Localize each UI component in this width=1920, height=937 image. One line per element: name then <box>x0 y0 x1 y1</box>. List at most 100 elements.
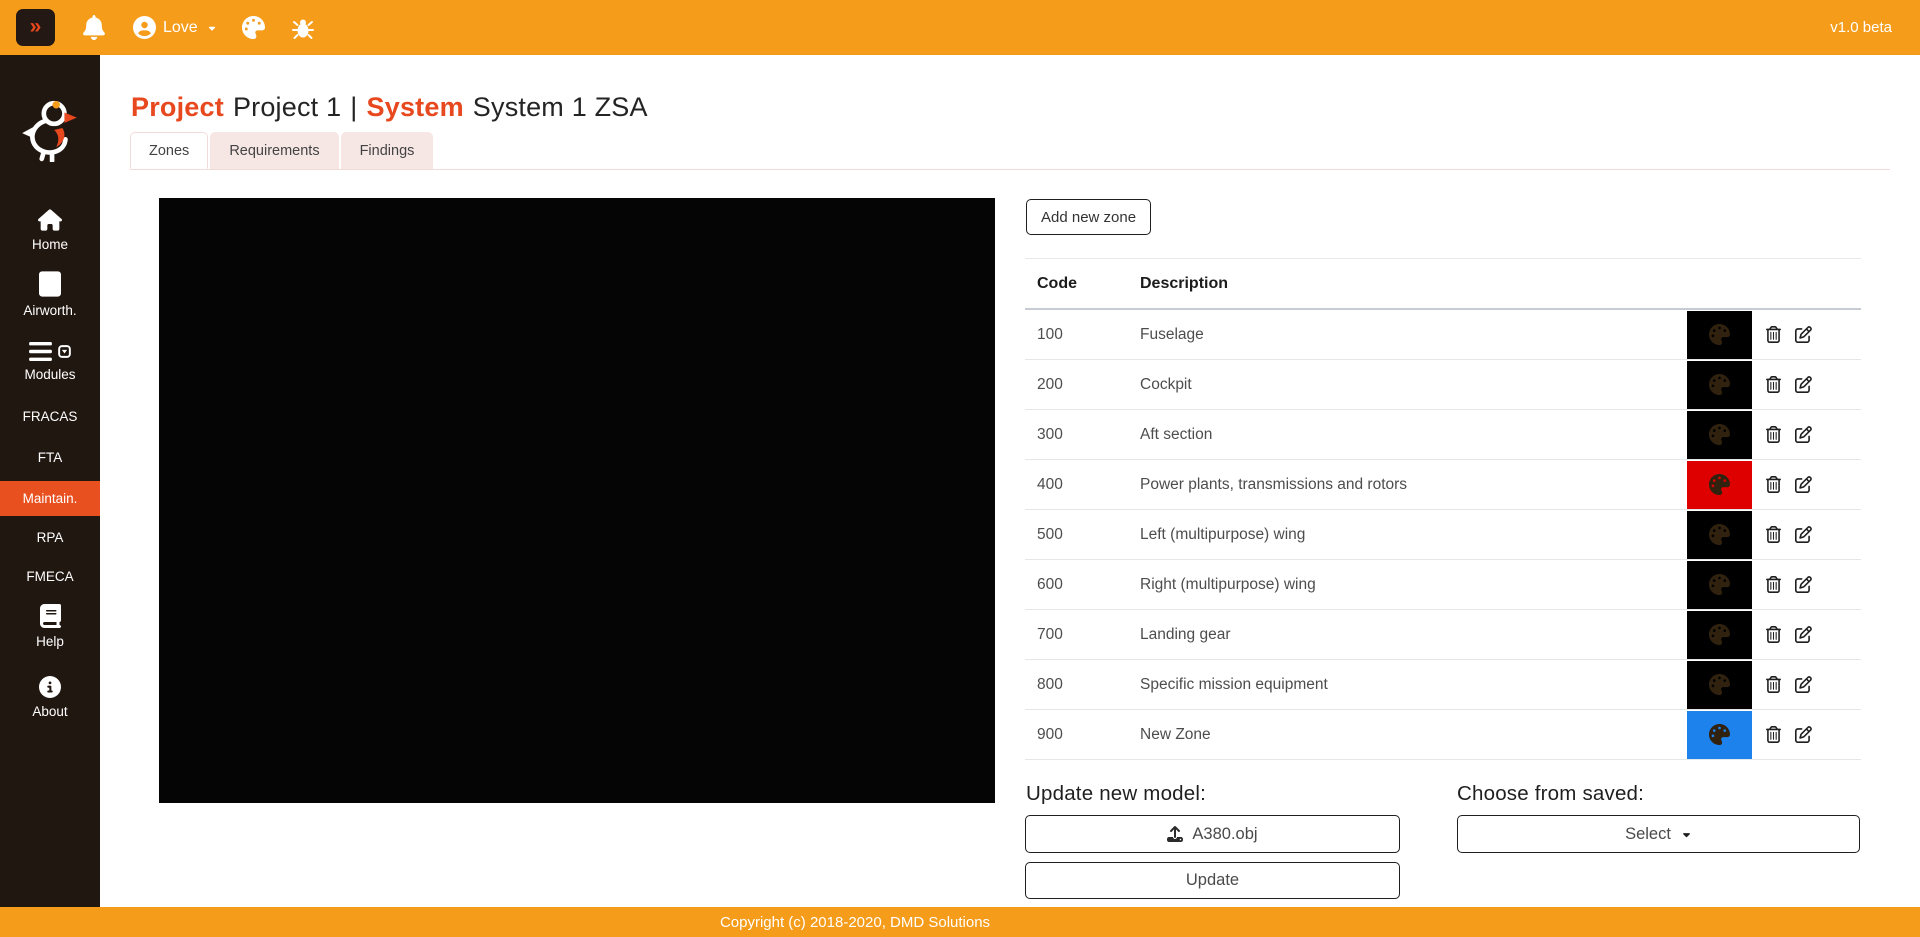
delete-zone-button[interactable] <box>1765 726 1782 743</box>
delete-zone-button[interactable] <box>1765 576 1782 593</box>
select-value: Select <box>1625 825 1671 844</box>
zone-code: 500 <box>1025 510 1128 560</box>
palette-icon <box>1709 624 1730 645</box>
delete-zone-button[interactable] <box>1765 676 1782 693</box>
version-label: v1.0 beta <box>1830 19 1892 36</box>
trash-icon <box>1765 726 1782 743</box>
zone-color-swatch[interactable] <box>1687 711 1752 759</box>
choose-saved-label: Choose from saved: <box>1457 782 1644 806</box>
zone-table-row: 300 Aft section <box>1025 410 1861 460</box>
zone-description: Aft section <box>1128 410 1687 460</box>
sidebar-item-airworth[interactable]: Airworth. <box>0 271 100 318</box>
zone-table-row: 100 Fuselage <box>1025 309 1861 360</box>
edit-zone-button[interactable] <box>1795 426 1812 443</box>
model-viewport[interactable] <box>159 198 995 803</box>
update-model-button[interactable]: Update <box>1025 862 1400 899</box>
passport-icon <box>39 271 61 297</box>
zone-color-swatch[interactable] <box>1687 461 1752 509</box>
tab-zones[interactable]: Zones <box>130 132 208 169</box>
sidebar-toggle-button[interactable]: » <box>16 9 55 46</box>
info-icon <box>39 676 61 698</box>
sidebar-item-maintain[interactable]: Maintain. <box>0 481 100 516</box>
zone-table-row: 200 Cockpit <box>1025 360 1861 410</box>
user-name-label: Love <box>163 19 198 37</box>
zone-color-swatch[interactable] <box>1687 311 1752 359</box>
sidebar-item-modules[interactable]: Modules <box>0 342 100 382</box>
bug-report-icon[interactable] <box>291 16 315 40</box>
zone-color-swatch[interactable] <box>1687 511 1752 559</box>
sidebar-item-label: FTA <box>38 450 63 465</box>
zone-code: 600 <box>1025 560 1128 610</box>
theme-palette-icon[interactable] <box>242 16 265 39</box>
zone-description: Specific mission equipment <box>1128 660 1687 710</box>
sidebar-item-label: Modules <box>24 367 75 382</box>
zone-color-swatch[interactable] <box>1687 411 1752 459</box>
edit-icon <box>1795 476 1812 493</box>
edit-zone-button[interactable] <box>1795 626 1812 643</box>
edit-zone-button[interactable] <box>1795 726 1812 743</box>
sidebar-item-label: Home <box>32 237 68 252</box>
trash-icon <box>1765 676 1782 693</box>
zones-table-header: CodeDescription <box>1025 259 1861 310</box>
trash-icon <box>1765 526 1782 543</box>
edit-zone-button[interactable] <box>1795 476 1812 493</box>
zone-description: New Zone <box>1128 710 1687 760</box>
zone-code: 300 <box>1025 410 1128 460</box>
edit-zone-button[interactable] <box>1795 376 1812 393</box>
delete-zone-button[interactable] <box>1765 376 1782 393</box>
trash-icon <box>1765 426 1782 443</box>
delete-zone-button[interactable] <box>1765 476 1782 493</box>
home-icon <box>38 209 62 231</box>
delete-zone-button[interactable] <box>1765 326 1782 343</box>
delete-zone-button[interactable] <box>1765 526 1782 543</box>
zone-description: Power plants, transmissions and rotors <box>1128 460 1687 510</box>
app-window: » Love v1.0 beta Home Airworth. Modules FRA… <box>0 0 1920 937</box>
zone-table-row: 600 Right (multipurpose) wing <box>1025 560 1861 610</box>
edit-icon <box>1795 326 1812 343</box>
sidebar-item-help[interactable]: Help <box>0 604 100 649</box>
project-label: Project <box>131 92 224 123</box>
sidebar-item-fracas[interactable]: FRACAS <box>0 409 100 424</box>
sidebar-item-home[interactable]: Home <box>0 209 100 252</box>
system-label: System <box>367 92 464 123</box>
palette-icon <box>1709 524 1730 545</box>
sidebar: Home Airworth. Modules FRACAS FTA Maintain. RP… <box>0 55 100 907</box>
zone-color-swatch[interactable] <box>1687 561 1752 609</box>
zone-color-swatch[interactable] <box>1687 361 1752 409</box>
delete-zone-button[interactable] <box>1765 426 1782 443</box>
modules-icon-group <box>29 342 71 361</box>
notifications-bell-icon[interactable] <box>82 15 106 40</box>
delete-zone-button[interactable] <box>1765 626 1782 643</box>
zone-description: Cockpit <box>1128 360 1687 410</box>
sidebar-item-fta[interactable]: FTA <box>0 450 100 465</box>
saved-model-select[interactable]: Select <box>1457 815 1860 853</box>
sidebar-item-label: FMECA <box>26 569 73 584</box>
sidebar-item-label: Maintain. <box>23 491 78 506</box>
edit-icon <box>1795 576 1812 593</box>
palette-icon <box>1709 724 1730 745</box>
edit-zone-button[interactable] <box>1795 326 1812 343</box>
double-chevron-right-icon: » <box>30 16 42 37</box>
sidebar-item-about[interactable]: About <box>0 676 100 719</box>
tab-findings[interactable]: Findings <box>341 132 434 169</box>
sidebar-item-rpa[interactable]: RPA <box>0 530 100 545</box>
tab-requirements[interactable]: Requirements <box>210 132 338 169</box>
hamburger-menu-icon <box>29 342 52 361</box>
model-file-button[interactable]: A380.obj <box>1025 815 1400 853</box>
app-logo-bird-icon[interactable] <box>17 96 83 162</box>
edit-zone-button[interactable] <box>1795 676 1812 693</box>
add-new-zone-button[interactable]: Add new zone <box>1026 199 1151 235</box>
chevron-down-icon <box>207 23 217 33</box>
column-header-description: Description <box>1128 259 1687 310</box>
palette-icon <box>1709 374 1730 395</box>
trash-icon <box>1765 376 1782 393</box>
trash-icon <box>1765 476 1782 493</box>
zone-color-swatch[interactable] <box>1687 611 1752 659</box>
zone-table-row: 700 Landing gear <box>1025 610 1861 660</box>
edit-zone-button[interactable] <box>1795 526 1812 543</box>
user-menu[interactable]: Love <box>133 16 217 39</box>
sidebar-item-fmeca[interactable]: FMECA <box>0 569 100 584</box>
zone-table-row: 800 Specific mission equipment <box>1025 660 1861 710</box>
edit-zone-button[interactable] <box>1795 576 1812 593</box>
zone-color-swatch[interactable] <box>1687 661 1752 709</box>
